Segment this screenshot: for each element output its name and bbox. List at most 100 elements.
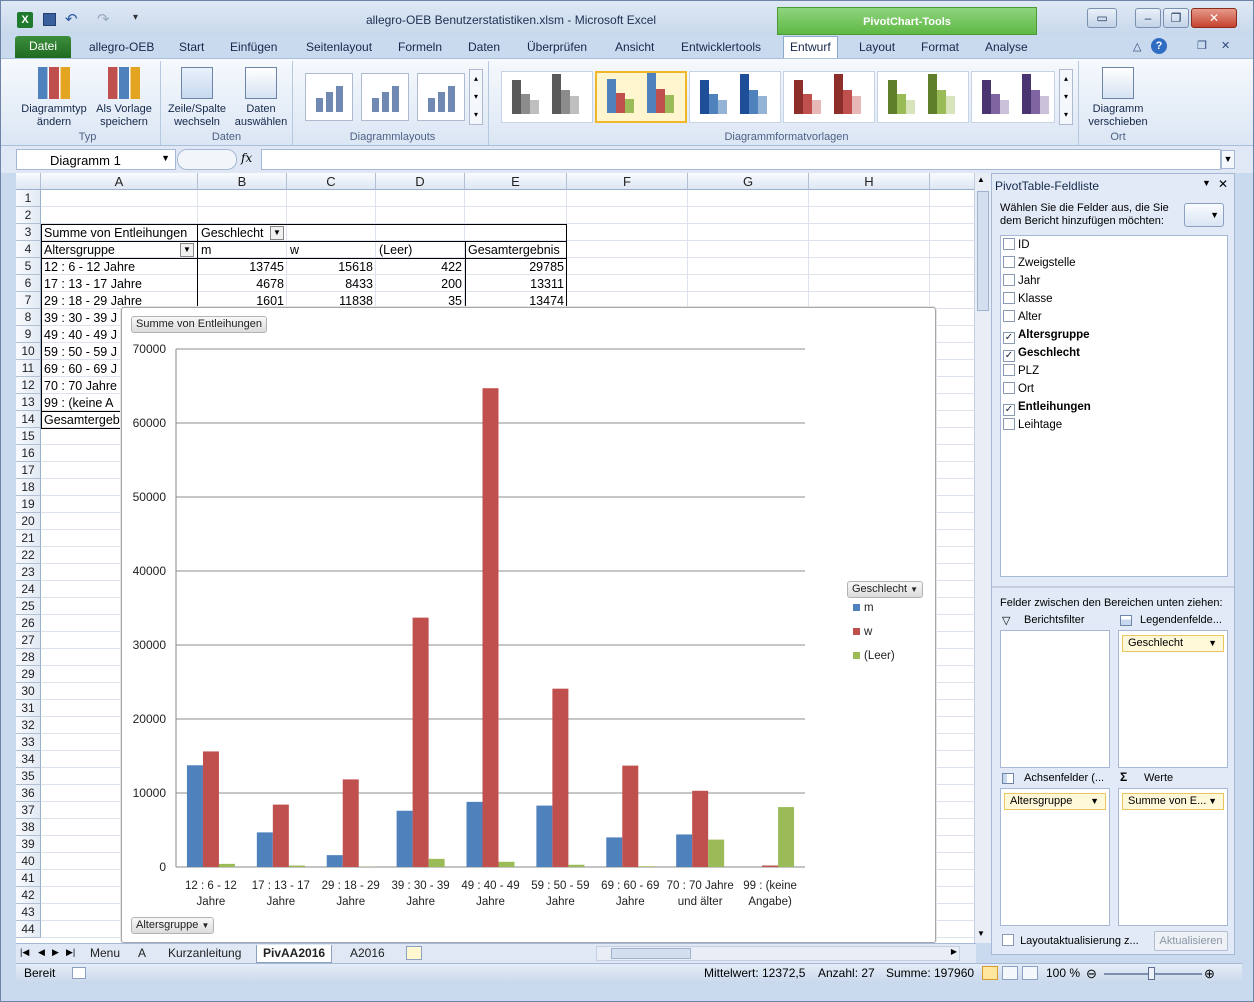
pivot-cell[interactable]: 8433 (288, 276, 375, 293)
scroll-right-icon[interactable]: ▶ (951, 947, 957, 956)
styles-scroll[interactable]: ▴ ▾ ▾ (1059, 69, 1073, 125)
page-break-view-icon[interactable] (1022, 966, 1038, 980)
row-header[interactable]: 40 (16, 853, 41, 870)
scroll-up-icon[interactable]: ▲ (977, 175, 985, 184)
normal-view-icon[interactable] (982, 966, 998, 980)
pane-close-icon[interactable]: ✕ (1218, 177, 1228, 191)
tab-nav-next-icon[interactable]: ▶ (52, 947, 59, 958)
pivot-row-label[interactable]: 49 : 40 - 49 J (42, 327, 120, 344)
column-header-h[interactable]: H (809, 173, 930, 190)
row-header[interactable]: 23 (16, 564, 41, 581)
field-checkbox[interactable] (1003, 238, 1015, 250)
macro-record-icon[interactable] (72, 967, 86, 979)
field-checkbox[interactable] (1003, 292, 1015, 304)
field-item-ort[interactable]: Ort (1003, 382, 1034, 398)
pivot-row-field[interactable]: Altersgruppe (42, 242, 192, 259)
tab-entwurf[interactable]: Entwurf (783, 36, 838, 58)
save-icon[interactable] (43, 13, 56, 26)
tab-formeln[interactable]: Formeln (392, 39, 448, 58)
legend-field-chip[interactable]: Geschlecht ▼ (1122, 635, 1224, 652)
row-header[interactable]: 8 (16, 309, 41, 326)
row-header[interactable]: 36 (16, 785, 41, 802)
change-chart-type-button[interactable]: Diagrammtyp ändern (19, 67, 89, 129)
chart-style-4[interactable] (783, 71, 875, 123)
help-icon[interactable]: ? (1151, 38, 1167, 54)
layout-option-1[interactable] (305, 73, 353, 121)
row-header[interactable]: 37 (16, 802, 41, 819)
sheet-tab-a[interactable]: A (132, 945, 152, 963)
pivot-cell[interactable]: 422 (377, 259, 464, 276)
row-header[interactable]: 28 (16, 649, 41, 666)
tab-daten[interactable]: Daten (462, 39, 506, 58)
chart-style-1[interactable] (501, 71, 593, 123)
pivot-total-label[interactable]: Gesamtergeb (42, 412, 120, 429)
doc-close-icon[interactable]: ✕ (1221, 39, 1230, 52)
row-header[interactable]: 17 (16, 462, 41, 479)
area-values-box[interactable]: Summe von E... ▼ (1118, 788, 1228, 926)
defer-checkbox-box[interactable] (1002, 934, 1014, 946)
row-header[interactable]: 1 (16, 190, 41, 207)
field-list-layout-button[interactable]: ▼ (1184, 203, 1224, 227)
close-button[interactable]: ✕ (1191, 8, 1237, 28)
tab-einfuegen[interactable]: Einfügen (224, 39, 283, 58)
area-legend-box[interactable]: Geschlecht ▼ (1118, 630, 1228, 768)
chart-style-5[interactable] (877, 71, 969, 123)
field-item-entleihungen[interactable]: ✓ Entleihungen (1003, 400, 1091, 416)
field-item-altersgruppe[interactable]: ✓ Altersgruppe (1003, 328, 1090, 344)
excel-logo-icon[interactable]: X (17, 12, 33, 28)
chart-style-2[interactable] (595, 71, 687, 123)
field-item-alter[interactable]: Alter (1003, 310, 1042, 326)
page-layout-view-icon[interactable] (1002, 966, 1018, 980)
row-filter-button[interactable]: ▼ (180, 243, 194, 257)
field-checkbox[interactable] (1003, 256, 1015, 268)
tab-nav-first-icon[interactable]: |◀ (20, 947, 29, 958)
pivot-cell[interactable]: 4678 (199, 276, 286, 293)
tab-analyse[interactable]: Analyse (979, 39, 1034, 58)
pivot-row-label[interactable]: 59 : 50 - 59 J (42, 344, 120, 361)
column-filter-button[interactable]: ▼ (270, 226, 284, 240)
values-field-chip[interactable]: Summe von E... ▼ (1122, 793, 1224, 810)
horizontal-scrollbar[interactable]: ▶ (596, 946, 960, 961)
sheet-vertical-scrollbar[interactable]: ▲ ▼ (974, 173, 991, 943)
row-header[interactable]: 25 (16, 598, 41, 615)
column-header-a[interactable]: A (41, 173, 198, 190)
row-header[interactable]: 20 (16, 513, 41, 530)
row-header[interactable]: 35 (16, 768, 41, 785)
row-header[interactable]: 27 (16, 632, 41, 649)
tab-entwicklertools[interactable]: Entwicklertools (675, 39, 767, 58)
field-checkbox[interactable] (1003, 418, 1015, 430)
zoom-in-icon[interactable]: ⊕ (1204, 965, 1215, 983)
chevron-down-icon[interactable]: ▼ (1208, 794, 1217, 809)
row-header[interactable]: 26 (16, 615, 41, 632)
quick-access-customize-icon[interactable]: ▾ (133, 12, 138, 23)
row-header[interactable]: 39 (16, 836, 41, 853)
pivot-cell[interactable]: 15618 (288, 259, 375, 276)
layouts-scroll[interactable]: ▴ ▾ ▾ (469, 69, 483, 125)
field-item-jahr[interactable]: Jahr (1003, 274, 1040, 290)
row-header[interactable]: 7 (16, 292, 41, 309)
row-header[interactable]: 42 (16, 887, 41, 904)
field-item-klasse[interactable]: Klasse (1003, 292, 1053, 308)
select-data-button[interactable]: Daten auswählen (231, 67, 291, 129)
restore-button[interactable]: ❐ (1163, 8, 1189, 28)
field-checkbox[interactable]: ✓ (1003, 332, 1015, 344)
field-item-leihtage[interactable]: Leihtage (1003, 418, 1062, 434)
defer-layout-checkbox[interactable]: Layoutaktualisierung z... (1002, 934, 1139, 947)
row-header[interactable]: 33 (16, 734, 41, 751)
select-all-corner[interactable] (16, 173, 41, 190)
chevron-down-icon[interactable]: ▼ (161, 153, 170, 163)
switch-row-column-button[interactable]: Zeile/Spalte wechseln (163, 67, 231, 129)
field-item-geschlecht[interactable]: ✓ Geschlecht (1003, 346, 1080, 362)
field-checkbox[interactable]: ✓ (1003, 350, 1015, 362)
axis-field-chip[interactable]: Altersgruppe ▼ (1004, 793, 1106, 810)
ribbon-minimize-icon[interactable]: △ (1133, 40, 1141, 53)
row-header[interactable]: 22 (16, 547, 41, 564)
tab-ansicht[interactable]: Ansicht (609, 39, 660, 58)
field-checkbox[interactable]: ✓ (1003, 404, 1015, 416)
row-header[interactable]: 9 (16, 326, 41, 343)
sheet-tab-pivaa2016[interactable]: PivAA2016 (256, 945, 333, 963)
insert-function-icon[interactable]: fx (241, 151, 252, 165)
row-header[interactable]: 4 (16, 241, 41, 258)
area-filter-box[interactable] (1000, 630, 1110, 768)
pivot-row-label[interactable]: 39 : 30 - 39 J (42, 310, 120, 327)
